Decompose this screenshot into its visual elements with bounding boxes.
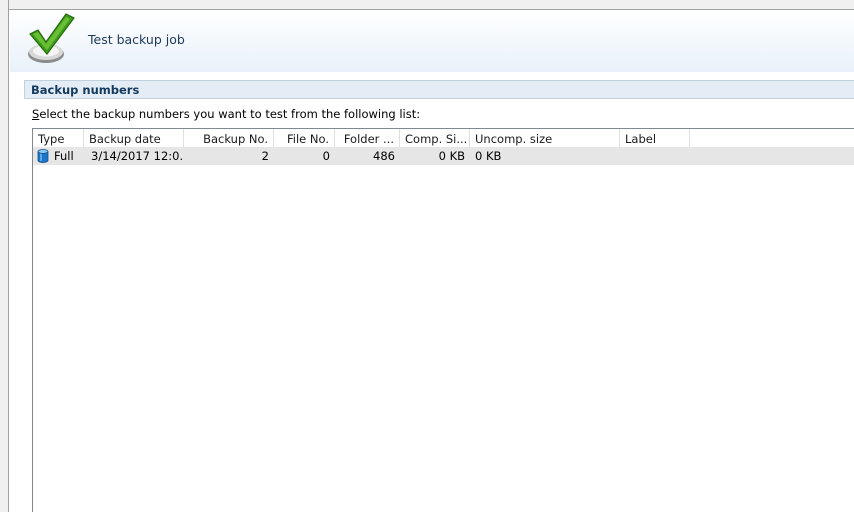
cell-file-no: 0: [322, 149, 330, 163]
section-title: Backup numbers: [31, 83, 140, 97]
window-frame-top: [0, 0, 854, 9]
backup-numbers-list[interactable]: Type Backup date Backup No. File No. Fol…: [32, 128, 854, 512]
cell-folder: 486: [373, 149, 395, 163]
cell-backup-no: 2: [261, 149, 269, 163]
cell-uncomp-size: 0 KB: [475, 149, 502, 163]
cell-backup-date: 3/14/2017 12:0...: [91, 149, 184, 163]
table-row[interactable]: Full 3/14/2017 12:0... 2 0 486 0 KB 0 KB: [33, 147, 854, 165]
column-header-label[interactable]: Label: [620, 129, 690, 149]
window-frame-left: [0, 0, 9, 512]
cell-comp-size: 0 KB: [438, 149, 465, 163]
instruction-text-rest: elect the backup numbers you want to tes…: [39, 107, 421, 121]
cell-type: Full: [54, 149, 74, 163]
column-header-comp-size[interactable]: Comp. Si...: [400, 129, 470, 149]
column-header-backup-date[interactable]: Backup date: [84, 129, 184, 149]
instruction-label: Select the backup numbers you want to te…: [32, 107, 420, 121]
column-header-uncomp-size[interactable]: Uncomp. size: [470, 129, 620, 149]
green-checkmark-icon: [28, 13, 75, 63]
database-icon: [37, 149, 49, 163]
column-header-file-no[interactable]: File No.: [274, 129, 335, 149]
section-header: Backup numbers: [24, 80, 854, 99]
page-title: Test backup job: [88, 32, 185, 47]
column-header-type[interactable]: Type: [33, 129, 84, 149]
cell-label: [620, 147, 690, 165]
column-header-folder[interactable]: Folder ...: [335, 129, 400, 149]
column-header-backup-no[interactable]: Backup No.: [184, 129, 274, 149]
